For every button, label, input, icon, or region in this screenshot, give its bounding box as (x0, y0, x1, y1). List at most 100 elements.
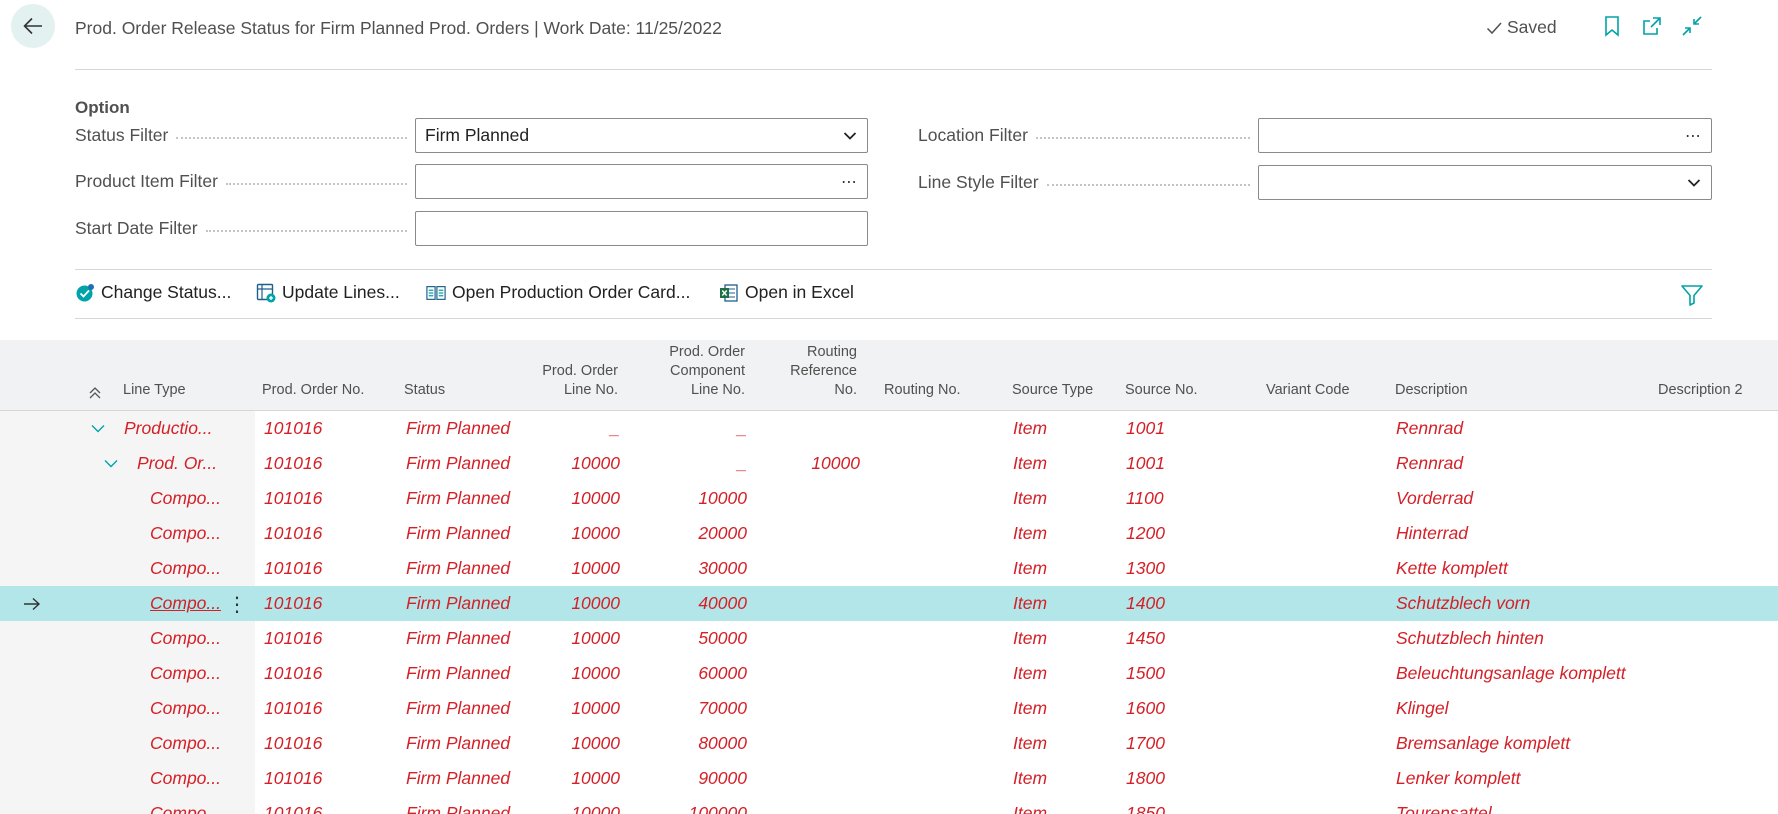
routing-reference-no-cell (760, 481, 860, 516)
prod-order-no-cell[interactable]: 101016 (264, 796, 322, 814)
line-type-cell[interactable]: Compo... (150, 551, 221, 586)
expand-collapse-chevron-icon[interactable] (89, 419, 107, 437)
change-status-button[interactable]: Change Status... (75, 282, 231, 303)
line-type-cell[interactable]: Compo... (150, 726, 221, 761)
source-no-cell: 1450 (1126, 628, 1165, 648)
filter-pane-button[interactable] (1680, 283, 1704, 307)
line-type-cell[interactable]: Prod. Or... (137, 446, 217, 481)
collapse-all-icon[interactable] (86, 384, 104, 402)
col-description-2[interactable]: Description 2 (1658, 381, 1743, 400)
component-line-no-cell: 60000 (698, 663, 747, 683)
back-arrow-icon (23, 17, 42, 35)
table-row[interactable]: Compo... 101016 Firm Planned 10000 30000 Item… (0, 551, 1778, 586)
routing-reference-no-cell (760, 551, 860, 586)
table-row[interactable]: Productio... 101016 Firm Planned _ _ Item 1001… (0, 411, 1778, 446)
routing-reference-no-cell: 10000 (811, 453, 860, 473)
routing-reference-no-cell (760, 726, 860, 761)
row-actions-menu-icon[interactable]: ⋮ (227, 594, 247, 616)
lookup-ellipsis-icon[interactable]: ⋯ (841, 165, 857, 198)
start-date-filter-label: Start Date Filter (75, 218, 198, 238)
table-row[interactable]: Compo... 101016 Firm Planned 10000 50000 Item… (0, 621, 1778, 656)
change-status-label: Change Status... (101, 282, 232, 302)
open-production-order-card-label: Open Production Order Card... (452, 282, 691, 302)
saved-status: Saved (1485, 17, 1557, 38)
prod-order-no-cell[interactable]: 101016 (264, 691, 322, 726)
line-type-cell[interactable]: Productio... (124, 411, 213, 446)
line-type-cell[interactable]: Compo... (150, 621, 221, 656)
option-section-label: Option (75, 98, 130, 117)
location-filter-row: Location Filter ⋯ (918, 118, 1712, 153)
col-line-type[interactable]: Line Type (123, 381, 186, 400)
status-cell: Firm Planned (406, 803, 511, 814)
prod-order-no-cell[interactable]: 101016 (264, 656, 322, 691)
col-description[interactable]: Description (1395, 381, 1468, 400)
col-variant-code[interactable]: Variant Code (1266, 381, 1350, 400)
table-row[interactable]: Compo... 101016 Firm Planned 10000 60000 Item… (0, 656, 1778, 691)
table-row[interactable]: Compo... 101016 Firm Planned 10000 70000 Item… (0, 691, 1778, 726)
prod-order-no-cell[interactable]: 101016 (264, 516, 322, 551)
line-type-cell[interactable]: Compo... (150, 481, 221, 516)
prod-order-line-no-cell: 10000 (571, 768, 620, 788)
line-type-cell[interactable]: Compo... (150, 586, 221, 621)
component-line-no-cell: _ (737, 453, 747, 473)
current-row-arrow-icon (24, 597, 41, 611)
table-row[interactable]: Compo... 101016 Firm Planned 10000 20000 Item… (0, 516, 1778, 551)
lookup-ellipsis-icon[interactable]: ⋯ (1685, 119, 1701, 152)
expand-collapse-chevron-icon[interactable] (102, 454, 120, 472)
open-in-excel-button[interactable]: Open in Excel (719, 282, 854, 303)
col-prod-order-line-no[interactable]: Prod. Order Line No. (500, 362, 618, 400)
col-routing-reference-no[interactable]: Routing Reference No. (760, 343, 857, 400)
col-routing-no[interactable]: Routing No. (884, 381, 961, 400)
table-row[interactable]: Compo... 101016 Firm Planned 10000 10000 Item… (0, 481, 1778, 516)
update-lines-icon (256, 283, 276, 302)
prod-order-no-cell[interactable]: 101016 (264, 551, 322, 586)
line-style-filter-select[interactable] (1258, 165, 1712, 200)
line-type-cell[interactable]: Compo... (150, 516, 221, 551)
prod-order-no-cell[interactable]: 101016 (264, 761, 322, 796)
source-no-cell: 1400 (1126, 593, 1165, 613)
prod-order-no-cell[interactable]: 101016 (264, 726, 322, 761)
source-type-cell: Item (1013, 488, 1048, 508)
col-status[interactable]: Status (404, 381, 445, 400)
status-filter-select[interactable]: Firm Planned (415, 118, 868, 153)
routing-reference-no-cell (760, 411, 860, 446)
bookmark-button[interactable] (1600, 14, 1624, 38)
line-type-cell[interactable]: Compo... (150, 761, 221, 796)
line-type-cell[interactable]: Compo... (150, 691, 221, 726)
update-lines-label: Update Lines... (282, 282, 400, 302)
update-lines-button[interactable]: Update Lines... (256, 282, 400, 303)
col-prod-order-no[interactable]: Prod. Order No. (262, 381, 364, 400)
product-item-filter-input[interactable]: ⋯ (415, 164, 868, 199)
open-production-order-card-button[interactable]: Open Production Order Card... (426, 282, 690, 303)
prod-order-no-cell[interactable]: 101016 (264, 621, 322, 656)
description-cell: Bremsanlage komplett (1396, 733, 1571, 753)
prod-order-line-no-cell: 10000 (571, 558, 620, 578)
location-filter-input[interactable]: ⋯ (1258, 118, 1712, 153)
back-button[interactable] (11, 4, 55, 48)
open-in-new-window-button[interactable] (1640, 14, 1664, 38)
component-line-no-cell: 80000 (698, 733, 747, 753)
component-line-no-cell: 10000 (698, 488, 747, 508)
prod-order-no-cell[interactable]: 101016 (264, 481, 322, 516)
table-row[interactable]: Prod. Or... 101016 Firm Planned 10000 _ 10000… (0, 446, 1778, 481)
status-cell: Firm Planned (406, 593, 511, 613)
production-order-card-icon (426, 285, 446, 300)
col-source-type[interactable]: Source Type (1012, 381, 1093, 400)
prod-order-no-cell[interactable]: 101016 (264, 446, 322, 481)
prod-order-no-cell[interactable]: 101016 (264, 586, 322, 621)
collapse-button[interactable] (1680, 14, 1704, 38)
table-row[interactable]: Compo... 101016 Firm Planned 10000 90000 Item… (0, 761, 1778, 796)
col-source-no[interactable]: Source No. (1125, 381, 1198, 400)
table-row[interactable]: Compo... 101016 Firm Planned 10000 100000 Ite… (0, 796, 1778, 814)
table-row[interactable]: Compo... ⋮ 101016 Firm Planned 10000 40000 Ite… (0, 586, 1778, 621)
table-row[interactable]: Compo... 101016 Firm Planned 10000 80000 Item… (0, 726, 1778, 761)
prod-order-no-cell[interactable]: 101016 (264, 411, 322, 446)
start-date-filter-input[interactable] (415, 211, 868, 246)
col-component-line-no[interactable]: Prod. Order Component Line No. (630, 343, 745, 400)
line-type-cell[interactable]: Compo... (150, 796, 221, 814)
routing-reference-no-cell (760, 796, 860, 814)
saved-label: Saved (1507, 17, 1557, 37)
source-type-cell: Item (1013, 558, 1048, 578)
source-no-cell: 1001 (1126, 453, 1165, 473)
line-type-cell[interactable]: Compo... (150, 656, 221, 691)
